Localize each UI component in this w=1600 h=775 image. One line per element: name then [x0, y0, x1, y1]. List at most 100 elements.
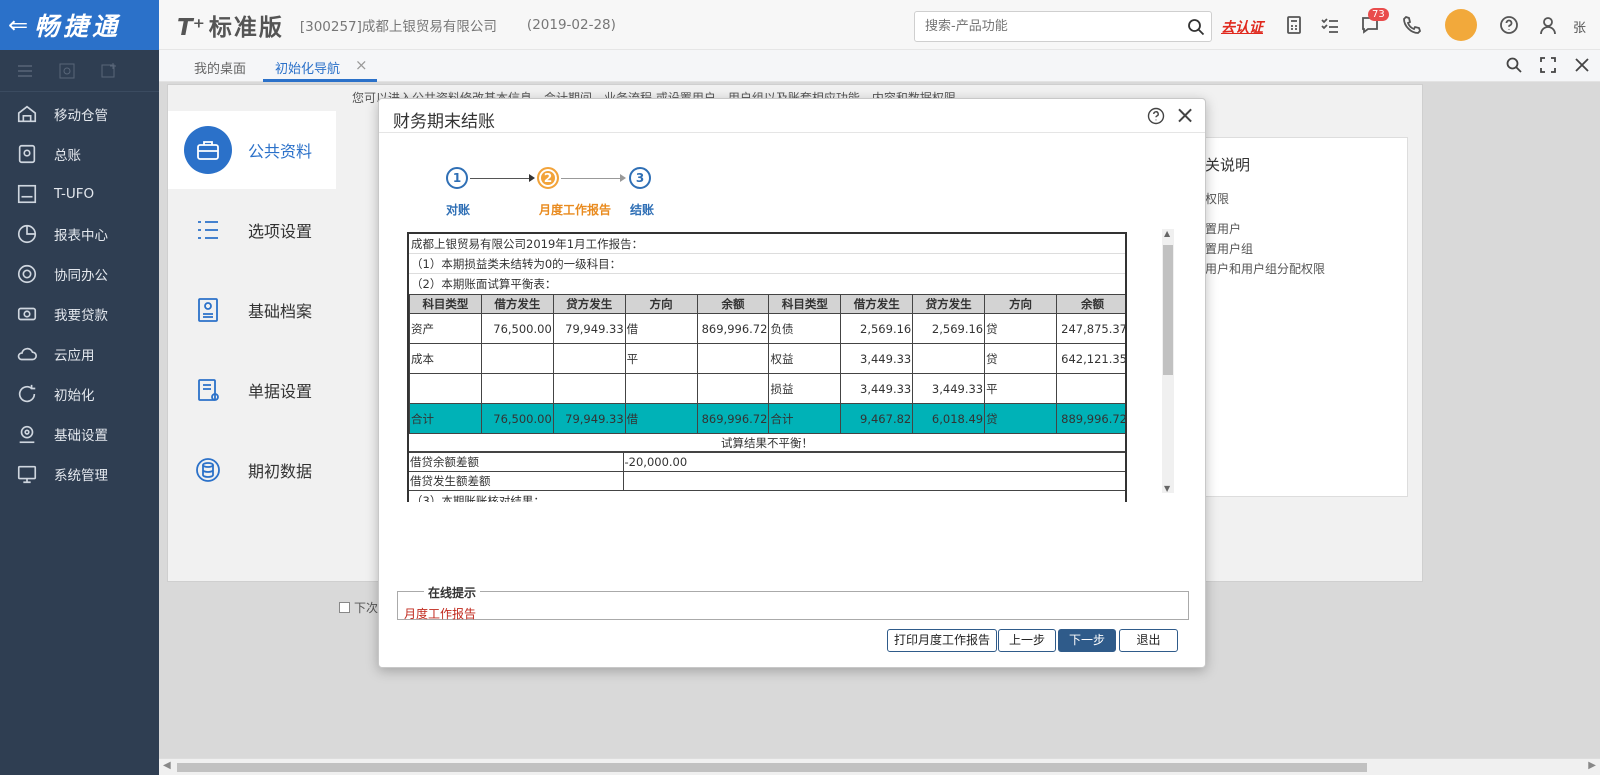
step-3-circle: 3: [629, 167, 651, 189]
table-cell: [696, 343, 770, 374]
sidebar-item-basic-settings[interactable]: 基础设置: [0, 414, 159, 454]
refresh-icon: [18, 384, 36, 403]
step-2-label: 月度工作报告: [539, 203, 612, 217]
close-icon[interactable]: ×: [1175, 103, 1195, 127]
scrollbar-thumb[interactable]: [1163, 245, 1173, 375]
pie-chart-icon: [17, 224, 37, 244]
online-tips: 在线提示 月度工作报告: [397, 584, 1189, 621]
dialog-divider: [379, 132, 1205, 133]
next-time-checkbox[interactable]: [339, 602, 350, 613]
help-icon[interactable]: [1147, 107, 1165, 125]
certify-link[interactable]: 去认证: [1221, 17, 1263, 37]
sidebar-item-system-admin[interactable]: 系统管理: [0, 454, 159, 494]
exit-button[interactable]: 退出: [1119, 629, 1178, 652]
add-icon[interactable]: [100, 62, 118, 80]
logo-t: T⁺: [177, 14, 205, 41]
table-cell: [624, 373, 698, 404]
scroll-left-icon[interactable]: ◀: [163, 760, 171, 771]
report-line-pl: （1）本期损益类未结转为0的一级科目：: [409, 254, 1125, 274]
sidebar-item-general-ledger[interactable]: 总账: [0, 134, 159, 174]
table-cell: 负债: [768, 313, 842, 344]
next-time-option[interactable]: 下次: [339, 599, 378, 616]
help-icon[interactable]: [1499, 15, 1519, 35]
related-info-link[interactable]: 置用户组: [1205, 240, 1253, 257]
user-icon[interactable]: [1538, 15, 1558, 35]
sidebar-item-t-ufo[interactable]: T-UFO: [0, 174, 159, 214]
tab-desktop[interactable]: 我的桌面: [194, 58, 246, 77]
monkey-avatar[interactable]: [1445, 9, 1477, 41]
step-3-label: 结账: [630, 203, 655, 217]
sidebar-item-report-center[interactable]: 报表中心: [0, 214, 159, 254]
difference-table: 借贷余额差额 -20,000.00 借贷发生额差额: [409, 452, 1125, 491]
company-name: [300257]成都上银贸易有限公司: [299, 18, 497, 35]
tab-close-icon[interactable]: ×: [355, 56, 368, 74]
back-arrow-icon[interactable]: ⇐: [8, 11, 28, 39]
options-list-icon: [184, 206, 232, 254]
step-1-circle: 1: [446, 167, 468, 189]
related-info-link[interactable]: 权限: [1205, 190, 1229, 207]
table-row: 借贷余额差额 -20,000.00: [409, 452, 1125, 472]
scrollbar-thumb[interactable]: [177, 763, 1367, 772]
scroll-right-icon[interactable]: ▶: [1588, 760, 1596, 771]
scroll-down-icon[interactable]: ▼: [1164, 484, 1170, 493]
sidebar-toolbar: [0, 50, 159, 92]
warehouse-icon: [17, 105, 37, 123]
search-icon[interactable]: [1187, 18, 1205, 36]
scroll-up-icon[interactable]: ▲: [1164, 229, 1170, 238]
table-cell: 资产: [409, 313, 482, 344]
related-info-link[interactable]: 置用户: [1205, 220, 1241, 237]
report-heading: 成都上银贸易有限公司2019年1月工作报告：: [409, 234, 1125, 254]
logo-edition: 标准版: [208, 14, 284, 41]
menu-icon[interactable]: [16, 62, 34, 80]
username[interactable]: 张: [1573, 17, 1586, 36]
table-cell: 889,996.72: [1056, 403, 1125, 434]
nav-options[interactable]: 选项设置: [168, 191, 336, 269]
nav-public-data[interactable]: 公共资料: [168, 111, 336, 189]
notification-badge: 73: [1368, 8, 1389, 21]
monitor-icon: [17, 465, 37, 484]
database-icon: [184, 446, 232, 494]
close-icon[interactable]: [1573, 56, 1591, 74]
search-input[interactable]: [915, 12, 1175, 41]
nav-opening-data[interactable]: 期初数据: [168, 431, 336, 509]
step-arrow-icon: [620, 174, 626, 182]
table-cell: 贷: [984, 313, 1058, 344]
table-cell: 76,500.00: [480, 403, 554, 434]
table-cell: 79,949.33: [552, 313, 626, 344]
nav-basic-records[interactable]: 基础档案: [168, 271, 336, 349]
sidebar-item-collaboration[interactable]: 协同办公: [0, 254, 159, 294]
tab-bar: 我的桌面 初始化导航 ×: [159, 50, 1600, 82]
task-list-icon[interactable]: [1320, 15, 1340, 35]
search-icon[interactable]: [1505, 56, 1523, 74]
calculator-icon[interactable]: [1284, 15, 1304, 35]
tab-init-guide[interactable]: 初始化导航: [275, 58, 340, 77]
next-step-button[interactable]: 下一步: [1058, 629, 1116, 652]
sidebar-item-cloud-app[interactable]: 云应用: [0, 334, 159, 374]
trial-balance-table: 科目类型 借方发生 贷方发生 方向 余额 科目类型 借方发生 贷方发生 方向 余额 资产 76,50…: [409, 294, 1125, 434]
total-row: 合计 76,500.00 79,949.33 借 869,996.72 合计 9,467.8…: [409, 403, 1125, 434]
column-header: 贷方发生: [912, 294, 986, 314]
nav-document-settings[interactable]: 单据设置: [168, 351, 336, 429]
search-doc-icon[interactable]: [58, 62, 76, 80]
phone-icon[interactable]: [1402, 15, 1422, 35]
related-info-link[interactable]: 用户和用户组分配权限: [1205, 260, 1325, 277]
brand-bar: ⇐ 畅捷通: [0, 0, 159, 50]
table-cell: 平: [624, 343, 698, 374]
prev-step-button[interactable]: 上一步: [998, 629, 1056, 652]
sidebar-item-label: 初始化: [54, 388, 95, 404]
column-header: 借方发生: [480, 294, 554, 314]
nav-label: 选项设置: [248, 222, 313, 241]
sidebar-item-mobile-warehouse[interactable]: 移动仓管: [0, 94, 159, 134]
report-line-trial: （2）本期账面试算平衡表：: [411, 277, 557, 291]
horizontal-scrollbar[interactable]: ◀ ▶: [159, 758, 1600, 775]
table-cell: [696, 373, 770, 404]
fullscreen-icon[interactable]: [1539, 56, 1557, 74]
sidebar-item-initialization[interactable]: 初始化: [0, 374, 159, 414]
vertical-scrollbar[interactable]: ▲ ▼: [1162, 229, 1174, 493]
table-cell: 借: [624, 403, 698, 434]
sidebar-item-loan[interactable]: 我要贷款: [0, 294, 159, 334]
collaboration-icon: [17, 264, 37, 284]
table-cell: 79,949.33: [552, 403, 626, 434]
table-cell: 76,500.00: [480, 313, 554, 344]
print-report-button[interactable]: 打印月度工作报告: [887, 629, 997, 652]
